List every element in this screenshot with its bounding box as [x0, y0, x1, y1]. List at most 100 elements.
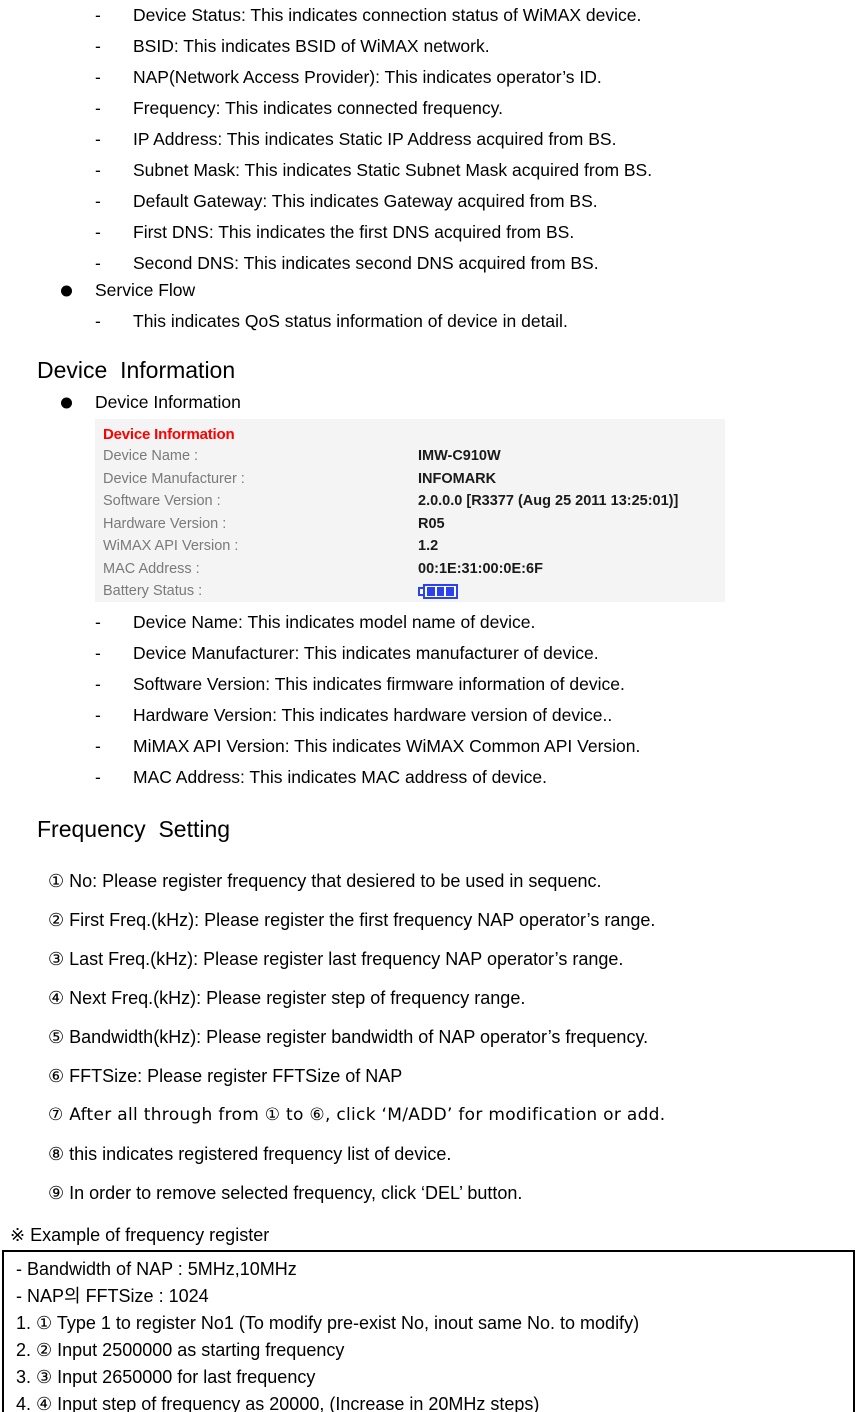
list-item: - MAC Address: This indicates MAC addres… — [0, 762, 861, 793]
panel-row: Device Manufacturer : INFOMARK — [95, 468, 725, 491]
panel-row-value: 1.2 — [418, 538, 439, 554]
panel-row-value: 2.0.0.0 [R3377 (Aug 25 2011 13:25:01)] — [418, 493, 679, 509]
filled-circle-bullet-icon — [61, 285, 72, 296]
list-item: ① No: Please register frequency that des… — [48, 871, 602, 891]
panel-row-label: WiMAX API Version : — [103, 538, 239, 554]
panel-row: MAC Address : 00:1E:31:00:0E:6F — [95, 558, 725, 581]
panel-row-label: Device Manufacturer : — [103, 470, 245, 487]
service-flow-bullet: Service Flow — [0, 275, 861, 306]
panel-title: Device Information — [103, 426, 235, 443]
list-item: ③ Last Freq.(kHz): Please register last … — [48, 949, 624, 969]
example-row: 1. ① Type 1 to register No1 (To modify p… — [16, 1313, 640, 1333]
panel-row-value: 00:1E:31:00:0E:6F — [418, 560, 543, 577]
page-title-device-information: Device Information — [37, 357, 236, 383]
battery-body-icon — [423, 584, 458, 599]
list-item: ② First Freq.(kHz): Please register the … — [48, 910, 656, 930]
device-information-section: Device Information Device Information — [0, 353, 861, 418]
list-item: - Device Status: This indicates connecti… — [0, 0, 861, 31]
battery-bar — [427, 587, 435, 596]
list-item: - Frequency: This indicates connected fr… — [0, 93, 861, 124]
panel-row-label: Hardware Version : — [103, 515, 227, 532]
list-item: - Software Version: This indicates firmw… — [0, 669, 861, 700]
dash-bullet-icon: - — [95, 5, 101, 25]
dash-bullet-icon: - — [95, 643, 101, 663]
panel-row-value: IMW-C910W — [418, 448, 501, 464]
dash-bullet-icon: - — [95, 674, 101, 694]
list-item: - BSID: This indicates BSID of WiMAX net… — [0, 31, 861, 62]
device-information-panel: Device Information Device Name : IMW-C91… — [95, 419, 725, 602]
device-information-bullet: Device Information — [0, 387, 861, 418]
page-title-frequency-setting: Frequency Setting — [37, 816, 231, 842]
list-item: ⑥ FFTSize: Please register FFTSize of NA… — [48, 1066, 403, 1086]
list-item-label: Software Version: This indicates firmwar… — [133, 674, 625, 694]
list-item: - Default Gateway: This indicates Gatewa… — [0, 186, 861, 217]
list-item: - Device Name: This indicates model name… — [0, 607, 861, 638]
list-item: - Hardware Version: This indicates hardw… — [0, 700, 861, 731]
list-item: ⑦ After all through from ① to ⑥, click ‘… — [48, 1105, 666, 1125]
list-item-label: This indicates QoS status information of… — [133, 311, 568, 331]
list-item: - NAP(Network Access Provider): This ind… — [0, 62, 861, 93]
list-item: - Subnet Mask: This indicates Static Sub… — [0, 155, 861, 186]
panel-row-battery: Battery Status : — [95, 580, 725, 603]
panel-row: Hardware Version : R05 — [95, 513, 725, 536]
list-item-label: IP Address: This indicates Static IP Add… — [133, 129, 617, 149]
list-item-label: MiMAX API Version: This indicates WiMAX … — [133, 736, 641, 756]
dash-bullet-icon: - — [95, 767, 101, 787]
dash-bullet-icon: - — [95, 612, 101, 632]
list-item-label: NAP(Network Access Provider): This indic… — [133, 67, 602, 87]
dash-bullet-icon: - — [95, 705, 101, 725]
list-item: ⑨ In order to remove selected frequency,… — [48, 1183, 523, 1203]
dash-bullet-icon: - — [95, 67, 101, 87]
example-row: 4. ④ Input step of frequency as 20000, (… — [16, 1394, 540, 1412]
device-information-bullet-label: Device Information — [95, 392, 241, 412]
list-item: - MiMAX API Version: This indicates WiMA… — [0, 731, 861, 762]
frequency-setting-section: Frequency Setting — [0, 812, 861, 846]
device-information-description-list: - Device Name: This indicates model name… — [0, 607, 861, 793]
filled-circle-bullet-icon — [61, 397, 72, 408]
dash-bullet-icon: - — [95, 98, 101, 118]
list-item: ⑧ this indicates registered frequency li… — [48, 1144, 452, 1164]
panel-row-label: MAC Address : — [103, 560, 200, 577]
service-flow-label: Service Flow — [95, 280, 196, 300]
dash-bullet-icon: - — [95, 36, 101, 56]
example-row: 3. ③ Input 2650000 for last frequency — [16, 1367, 316, 1387]
list-item-label: Default Gateway: This indicates Gateway … — [133, 191, 598, 211]
panel-row-label: Device Name : — [103, 448, 199, 464]
example-box: - Bandwidth of NAP : 5MHz,10MHz - NAP의 F… — [2, 1250, 855, 1412]
panel-row-label: Battery Status : — [103, 583, 203, 599]
list-item: ④ Next Freq.(kHz): Please register step … — [48, 988, 526, 1008]
list-item: - First DNS: This indicates the first DN… — [0, 217, 861, 248]
list-item: - Device Manufacturer: This indicates ma… — [0, 638, 861, 669]
list-item: ⑤ Bandwidth(kHz): Please register bandwi… — [48, 1027, 649, 1047]
list-item: - This indicates QoS status information … — [0, 306, 861, 337]
dash-bullet-icon: - — [95, 222, 101, 242]
list-item: - IP Address: This indicates Static IP A… — [0, 124, 861, 155]
frequency-setting-list: ① No: Please register frequency that des… — [0, 862, 861, 1213]
panel-row-value: R05 — [418, 515, 445, 532]
list-item-label: Frequency: This indicates connected freq… — [133, 98, 503, 118]
example-row: - NAP의 FFTSize : 1024 — [16, 1286, 209, 1306]
list-item-label: MAC Address: This indicates MAC address … — [133, 767, 548, 787]
list-item-label: BSID: This indicates BSID of WiMAX netwo… — [133, 36, 490, 56]
dash-bullet-icon: - — [95, 311, 101, 331]
list-item-label: Device Status: This indicates connection… — [133, 5, 642, 25]
dash-bullet-icon: - — [95, 191, 101, 211]
list-item-label: First DNS: This indicates the first DNS … — [133, 222, 575, 242]
panel-row-label: Software Version : — [103, 493, 221, 509]
dash-bullet-icon: - — [95, 129, 101, 149]
dash-bullet-icon: - — [95, 160, 101, 180]
service-flow-section: Service Flow - This indicates QoS status… — [0, 275, 861, 337]
battery-icon — [418, 584, 458, 599]
list-item-label: Device Name: This indicates model name o… — [133, 612, 536, 632]
example-label: ※ Example of frequency register — [10, 1225, 270, 1245]
example-row: - Bandwidth of NAP : 5MHz,10MHz — [16, 1259, 297, 1279]
panel-row: Device Name : IMW-C910W — [95, 445, 725, 468]
list-item-label: Subnet Mask: This indicates Static Subne… — [133, 160, 653, 180]
panel-row: WiMAX API Version : 1.2 — [95, 535, 725, 558]
list-item-label: Hardware Version: This indicates hardwar… — [133, 705, 613, 725]
panel-row: Software Version : 2.0.0.0 [R3377 (Aug 2… — [95, 490, 725, 513]
battery-bar — [446, 587, 455, 596]
dash-bullet-icon: - — [95, 736, 101, 756]
battery-bar — [436, 587, 445, 596]
list-item-label: Device Manufacturer: This indicates manu… — [133, 643, 599, 663]
